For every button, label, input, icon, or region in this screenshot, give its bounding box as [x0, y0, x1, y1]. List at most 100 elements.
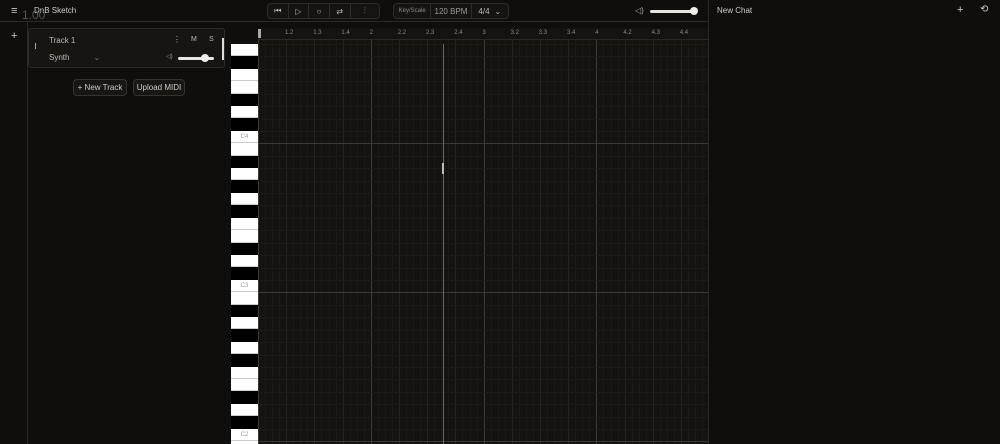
grid-line-horizontal — [258, 68, 708, 70]
track-volume-icon: ◁) — [166, 54, 173, 60]
piano-key[interactable] — [231, 416, 258, 429]
piano-key[interactable] — [231, 81, 258, 94]
ruler-label: 4.4 — [679, 30, 689, 36]
upload-midi-button[interactable]: Upload MIDI — [133, 79, 185, 96]
time-signature-select[interactable]: 4/4 ⌄ — [472, 4, 508, 18]
ruler-label: 4.3 — [651, 30, 660, 36]
ruler-label: 3.2 — [510, 30, 519, 36]
song-settings: Key/Scale 120 BPM 4/4 ⌄ — [393, 3, 509, 19]
grid-line-horizontal — [258, 56, 708, 58]
grid-line-horizontal — [258, 106, 708, 108]
grid-line-horizontal — [258, 44, 708, 45]
metronome-button[interactable]: ⫶ — [351, 4, 379, 18]
piano-key[interactable] — [231, 180, 258, 193]
track-level-meter — [222, 38, 224, 60]
piano-key[interactable] — [231, 217, 258, 231]
piano-key[interactable] — [231, 242, 258, 255]
piano-key[interactable] — [231, 366, 258, 379]
piano-key[interactable] — [231, 292, 258, 305]
track-volume-knob[interactable] — [201, 54, 209, 62]
piano-key[interactable] — [231, 316, 258, 330]
piano-key[interactable] — [231, 403, 258, 417]
track-name[interactable]: Track 1 — [49, 36, 75, 45]
play-icon: ▷ — [295, 6, 302, 16]
grid-line-horizontal — [258, 155, 708, 157]
piano-key[interactable] — [231, 267, 258, 280]
piano-key[interactable] — [231, 93, 258, 107]
piano-key[interactable]: C4 — [231, 130, 258, 144]
ruler-label: 3.3 — [538, 30, 548, 36]
key-scale-button[interactable]: Key/Scale — [394, 4, 432, 18]
piano-key[interactable] — [231, 143, 258, 156]
piano-key[interactable] — [231, 192, 258, 206]
skip-back-button[interactable]: ⏮ — [268, 4, 289, 18]
grid-line-horizontal — [258, 130, 708, 132]
grid-line-horizontal — [258, 143, 708, 145]
piano-key[interactable] — [231, 378, 258, 392]
menu-icon[interactable]: ≡ — [11, 5, 17, 17]
piano-key[interactable] — [231, 205, 258, 218]
grid-line-horizontal — [258, 441, 708, 443]
grid-line-horizontal — [258, 366, 708, 368]
piano-key[interactable] — [231, 118, 258, 131]
grid-line-horizontal — [258, 404, 708, 406]
instrument-select[interactable]: Synth ⌄ — [49, 53, 100, 62]
timeline-ruler[interactable]: 1.2 1.3 1.4 2 2.2 2.3 2.4 3 3.2 3.3 3.4 4 4.2 4.3 4.4 — [258, 28, 708, 40]
new-track-button[interactable]: + New Track — [73, 79, 127, 96]
add-button[interactable]: + — [11, 30, 17, 42]
piano-key[interactable] — [231, 230, 258, 243]
loop-start-marker[interactable] — [258, 29, 261, 38]
grid-line-horizontal — [258, 118, 708, 120]
piano-key[interactable] — [231, 155, 258, 169]
piano-key[interactable] — [231, 56, 258, 69]
ruler-label: 1.3 — [313, 30, 322, 36]
grid-line-horizontal — [258, 304, 708, 306]
piano-key[interactable] — [231, 304, 258, 317]
piano-key[interactable] — [231, 68, 258, 82]
piano-key[interactable] — [231, 106, 258, 119]
piano-key[interactable] — [231, 341, 258, 355]
piano-key[interactable]: C3 — [231, 279, 258, 293]
piano-key[interactable] — [231, 329, 258, 342]
text-cursor — [442, 163, 444, 174]
play-button[interactable]: ▷ — [289, 4, 310, 18]
piano-roll-grid[interactable] — [258, 40, 708, 444]
piano-header — [231, 28, 258, 44]
master-volume-knob[interactable] — [690, 7, 698, 15]
track-card[interactable]: Track 1 Synth ⌄ ⋮ M S ◁) — [28, 28, 225, 68]
drag-handle-icon[interactable] — [35, 43, 36, 49]
mute-button[interactable]: M — [191, 36, 197, 43]
grid-line-horizontal — [258, 429, 708, 431]
loop-button[interactable]: ⇄ — [330, 4, 351, 18]
piano-key[interactable] — [231, 254, 258, 268]
piano-key[interactable] — [231, 354, 258, 367]
grid-line-horizontal — [258, 193, 708, 195]
grid-line-horizontal — [258, 230, 708, 232]
grid-line-horizontal — [258, 217, 708, 219]
skip-back-icon: ⏮ — [274, 6, 282, 15]
playhead[interactable] — [443, 44, 444, 444]
grid-line-horizontal — [258, 379, 708, 381]
grid-line-horizontal — [258, 242, 708, 244]
record-icon: ○ — [316, 6, 322, 16]
piano-keyboard[interactable]: C4 C3 C2 — [231, 44, 258, 444]
ruler-label: 4 — [595, 30, 599, 36]
piano-key[interactable]: C2 — [231, 428, 258, 441]
record-button[interactable]: ○ — [309, 4, 330, 18]
grid-line-horizontal — [258, 416, 708, 418]
new-chat-icon[interactable]: + — [957, 4, 963, 16]
solo-button[interactable]: S — [209, 36, 214, 43]
bpm-field[interactable]: 120 BPM — [431, 4, 472, 18]
loop-icon: ⇄ — [336, 6, 344, 16]
piano-key[interactable] — [231, 168, 258, 181]
piano-key[interactable] — [231, 44, 258, 57]
chat-panel: New Chat + ⟲ — [708, 0, 1000, 444]
instrument-value: Synth — [49, 53, 70, 62]
grid-line-horizontal — [258, 93, 708, 95]
track-menu-icon[interactable]: ⋮ — [173, 35, 181, 44]
piano-key[interactable] — [231, 391, 258, 404]
ruler-label: 2 — [369, 30, 373, 36]
grid-line-horizontal — [258, 354, 708, 356]
volume-icon: ◁) — [635, 6, 644, 15]
history-icon[interactable]: ⟲ — [980, 4, 988, 15]
